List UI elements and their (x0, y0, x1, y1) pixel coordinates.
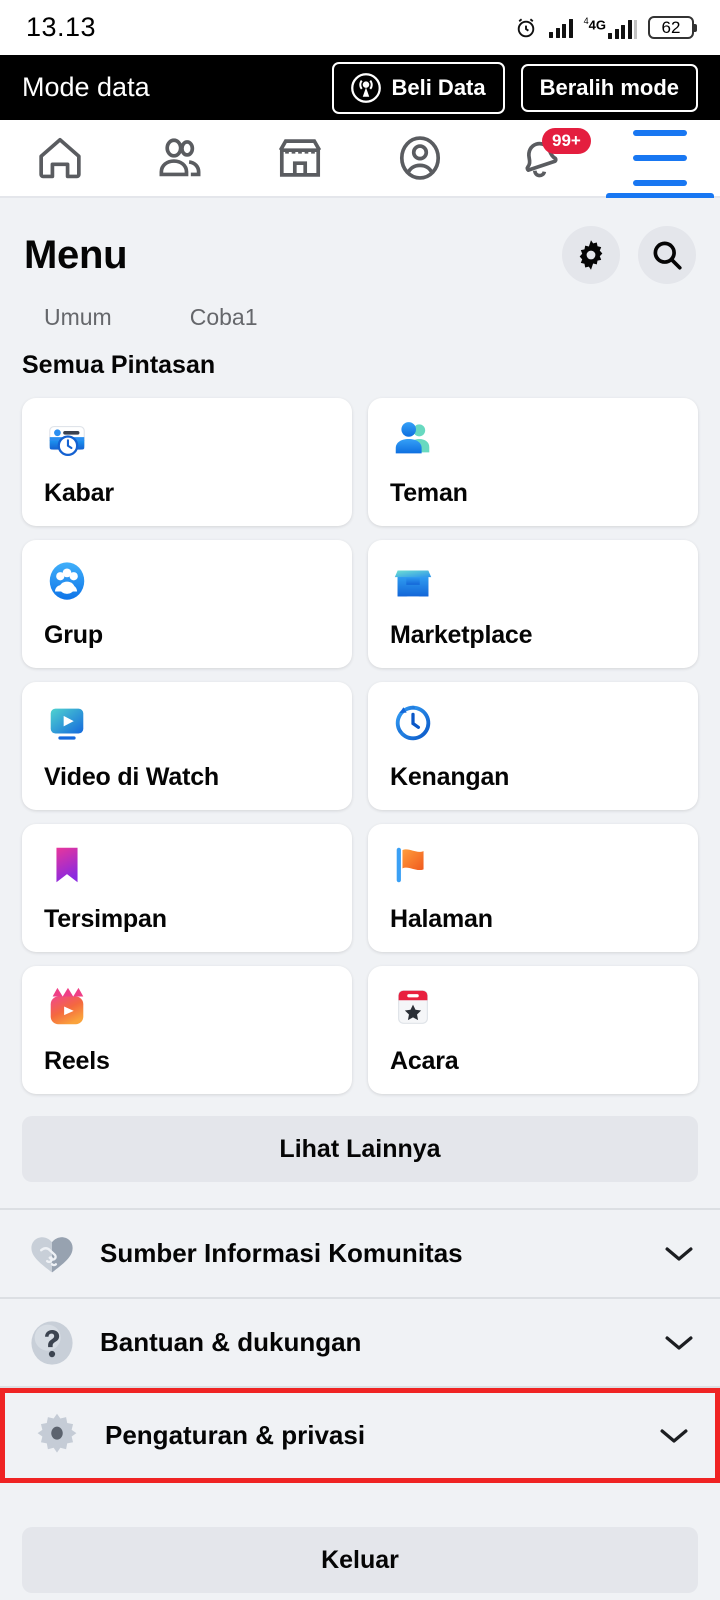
nav-tab-profile[interactable] (360, 120, 480, 196)
shortcut-card-acara[interactable]: Acara (368, 966, 698, 1094)
watch-video-icon (50, 708, 84, 740)
data-mode-actions: Beli Data Beralih mode (332, 61, 698, 114)
accordion-row-settings-privacy[interactable]: Pengaturan & privasi (0, 1388, 720, 1483)
buy-data-button[interactable]: Beli Data (332, 61, 505, 114)
nav-tab-friends[interactable] (120, 120, 240, 196)
shortcut-label: Kabar (44, 479, 114, 507)
groups-icon (49, 562, 85, 600)
friends-icon (159, 138, 201, 177)
accordion-label: Sumber Informasi Komunitas (100, 1238, 463, 1268)
memories-clock-icon (395, 705, 431, 741)
handshake-heart-icon (31, 1236, 73, 1272)
marketplace-color-icon (394, 570, 432, 597)
see-more-button[interactable]: Lihat Lainnya (22, 1116, 698, 1182)
broadcast-icon (351, 72, 382, 103)
accordion-row-help-support[interactable]: Bantuan & dukungan (0, 1299, 720, 1388)
pages-flag-icon (396, 847, 424, 883)
accordion-label: Bantuan & dukungan (100, 1327, 362, 1357)
data-mode-title: Mode data (22, 72, 150, 102)
chevron-down-icon (660, 1428, 688, 1443)
shortcut-card-reels[interactable]: Reels (22, 966, 352, 1094)
shortcut-card-video-di-watch[interactable]: Video di Watch (22, 682, 352, 810)
status-time: 13.13 (26, 12, 97, 42)
page-title: Menu (24, 232, 128, 277)
settings-button[interactable] (562, 226, 620, 284)
profile-icon (399, 136, 441, 180)
battery-indicator: 62 (648, 16, 694, 39)
nav-tab-home[interactable] (0, 120, 120, 196)
shortcut-label: Acara (390, 1047, 459, 1075)
menu-sub-tabs: Umum Coba1 (0, 288, 720, 341)
search-button[interactable] (638, 226, 696, 284)
friends-color-icon (395, 422, 430, 454)
shortcut-label: Video di Watch (44, 763, 219, 791)
gear-icon (579, 240, 603, 270)
home-icon (39, 137, 81, 179)
shortcut-label: Halaman (390, 905, 493, 933)
shortcut-card-halaman[interactable]: Halaman (368, 824, 698, 952)
status-icon-group: 44G 62 (514, 16, 694, 40)
logout-button[interactable]: Keluar (22, 1527, 698, 1593)
chevron-down-icon (665, 1335, 693, 1350)
sub-tab-coba1[interactable]: Coba1 (190, 304, 258, 331)
shortcut-card-marketplace[interactable]: Marketplace (368, 540, 698, 668)
nav-tab-notifications[interactable]: 99+ (480, 120, 600, 196)
app-screen: 13.13 44G 62 Mode data Beli Data Beralih… (0, 0, 720, 1600)
settings-gear-icon (37, 1413, 77, 1453)
shortcuts-grid: Kabar Teman Grup Marketplace Video di Wa… (0, 380, 720, 1094)
shortcut-label: Marketplace (390, 621, 533, 649)
saved-bookmark-icon (56, 847, 78, 883)
marketplace-icon (278, 139, 322, 177)
shortcut-label: Kenangan (390, 763, 510, 791)
network-type-icon: 44G (584, 17, 637, 39)
menu-header: Menu (0, 198, 720, 288)
top-navigation-tabs: 99+ (0, 120, 720, 198)
question-mark-icon (31, 1320, 73, 1365)
notification-badge: 99+ (542, 128, 591, 154)
header-actions (562, 226, 696, 284)
shortcut-card-tersimpan[interactable]: Tersimpan (22, 824, 352, 952)
switch-mode-button[interactable]: Beralih mode (520, 63, 698, 112)
shortcut-card-kenangan[interactable]: Kenangan (368, 682, 698, 810)
shortcut-card-kabar[interactable]: Kabar (22, 398, 352, 526)
news-feed-icon (49, 425, 85, 457)
reels-icon (50, 987, 84, 1025)
signal-bars-icon (549, 18, 573, 38)
data-mode-bar: Mode data Beli Data Beralih mode (0, 55, 720, 120)
sub-tab-umum[interactable]: Umum (44, 304, 112, 331)
shortcut-label: Tersimpan (44, 905, 167, 933)
nav-tab-marketplace[interactable] (240, 120, 360, 196)
shortcut-label: Reels (44, 1047, 110, 1075)
switch-mode-label: Beralih mode (539, 74, 679, 100)
accordion-row-community-resources[interactable]: Sumber Informasi Komunitas (0, 1210, 720, 1299)
accordion-label: Pengaturan & privasi (105, 1420, 366, 1450)
chevron-down-icon (665, 1246, 693, 1261)
status-bar: 13.13 44G 62 (0, 0, 720, 55)
hamburger-menu-icon (633, 119, 687, 197)
buy-data-label: Beli Data (391, 74, 486, 100)
events-calendar-icon (398, 990, 428, 1024)
shortcut-label: Teman (390, 479, 468, 507)
shortcut-label: Grup (44, 621, 103, 649)
shortcut-card-grup[interactable]: Grup (22, 540, 352, 668)
shortcuts-section-title: Semua Pintasan (22, 351, 216, 379)
shortcut-card-teman[interactable]: Teman (368, 398, 698, 526)
search-icon (653, 241, 682, 270)
alarm-clock-icon (517, 18, 535, 37)
nav-tab-menu[interactable] (600, 119, 720, 198)
